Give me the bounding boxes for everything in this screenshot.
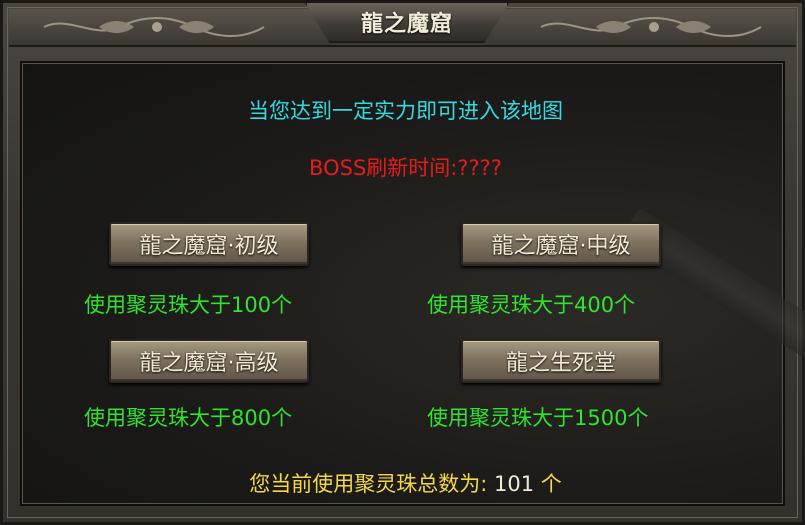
orb-count-value: 101: [493, 472, 535, 496]
map-requirement-life-death-hall: 使用聚灵珠大于1500个: [427, 406, 649, 430]
boss-refresh-text: BOSS刷新时间:????: [309, 156, 502, 180]
map-requirement-advanced: 使用聚灵珠大于800个: [84, 406, 293, 430]
orb-count-footer: 您当前使用聚灵珠总数为: 101 个: [3, 468, 805, 498]
dragon-ornament-icon: [540, 17, 762, 37]
map-button-life-death-hall[interactable]: 龍之生死堂: [461, 339, 661, 383]
dialog-frame: 龍之魔窟 当您达到一定实力即可进入该地图 BOSS刷新时间:???? 龍之魔窟·…: [0, 0, 805, 525]
orb-count-label: 您当前使用聚灵珠总数为:: [249, 472, 488, 496]
window-title: 龍之魔窟: [360, 12, 453, 37]
map-requirement-beginner: 使用聚灵珠大于100个: [84, 293, 293, 317]
dragon-ornament-icon: [43, 17, 265, 37]
intro-text: 当您达到一定实力即可进入该地图: [248, 99, 563, 123]
map-requirement-intermediate: 使用聚灵珠大于400个: [427, 293, 636, 317]
map-button-advanced[interactable]: 龍之魔窟·高级: [109, 339, 309, 383]
title-plate: 龍之魔窟: [305, 3, 509, 43]
map-button-intermediate[interactable]: 龍之魔窟·中级: [461, 222, 661, 266]
orb-count-unit: 个: [540, 472, 562, 496]
content-panel: [20, 61, 805, 506]
map-button-beginner[interactable]: 龍之魔窟·初级: [109, 222, 309, 266]
